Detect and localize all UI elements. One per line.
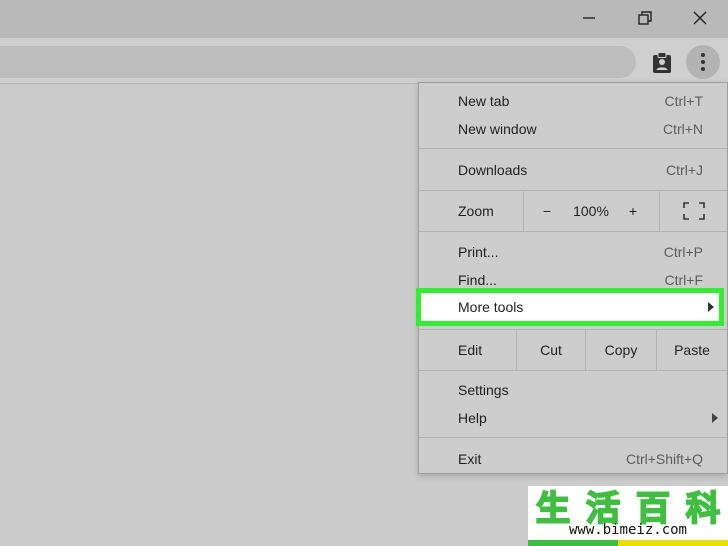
menu-item-label: Downloads [458,162,528,178]
zoom-level: 100% [573,203,609,219]
fullscreen-button[interactable] [660,191,727,231]
menu-item-label: More tools [458,299,524,315]
zoom-row: Zoom − 100% + [419,191,727,231]
menu-item-label: Print... [458,244,499,260]
watermark-logo: 生 活 百 科 www.bimeiz.com [528,486,728,546]
close-window-button[interactable] [672,0,728,36]
clipboard-user-icon [653,52,671,73]
minimize-button[interactable] [561,0,617,36]
menu-item-shortcut: Ctrl+J [666,162,703,178]
zoom-in-button[interactable]: + [613,191,653,231]
menu-item-downloads[interactable]: Downloads Ctrl+J [419,156,727,184]
browser-menu-button[interactable] [686,45,720,79]
watermark-characters: 生 活 百 科 [528,486,728,530]
zoom-label: Zoom [458,203,494,219]
menu-divider [419,148,727,149]
menu-item-exit[interactable]: Exit Ctrl+Shift+Q [419,445,727,473]
menu-item-print[interactable]: Print... Ctrl+P [419,238,727,266]
menu-item-label: Help [458,410,487,426]
menu-divider [419,370,727,371]
menu-item-label: Find... [458,272,497,288]
submenu-arrow-icon [708,302,714,312]
menu-item-settings[interactable]: Settings [419,376,727,404]
menu-item-shortcut: Ctrl+T [664,93,704,109]
watermark-stripe [528,540,728,546]
watermark-url: www.bimeiz.com [568,522,687,538]
menu-item-more-tools[interactable]: More tools [416,288,724,326]
copy-button[interactable]: Copy [586,330,656,370]
menu-item-label: Settings [458,382,509,398]
paste-button[interactable]: Paste [657,330,727,370]
minimize-icon [583,17,595,19]
menu-item-shortcut: Ctrl+F [664,272,704,288]
browser-menu: New tab Ctrl+T New window Ctrl+N Downloa… [418,82,728,474]
menu-item-label: New window [458,121,537,137]
menu-item-label: Exit [458,451,482,467]
browser-toolbar [0,38,728,84]
menu-item-help[interactable]: Help [419,404,727,432]
kebab-menu-icon [701,53,705,71]
menu-item-shortcut: Ctrl+P [663,244,703,260]
edit-label: Edit [458,342,483,358]
menu-item-new-window[interactable]: New window Ctrl+N [419,115,727,143]
edit-row: Edit Cut Copy Paste [419,330,727,370]
menu-item-shortcut: Ctrl+Shift+Q [625,451,703,467]
restore-icon [638,11,652,25]
menu-divider [419,231,727,232]
zoom-out-button[interactable]: − [524,191,570,231]
menu-item-shortcut: Ctrl+N [662,121,703,137]
address-bar[interactable] [0,46,636,78]
menu-item-label: New tab [458,93,510,109]
submenu-arrow-icon [712,413,718,423]
cut-button[interactable]: Cut [517,330,585,370]
fullscreen-icon [682,202,705,220]
restore-button[interactable] [617,0,673,36]
close-icon [693,11,707,25]
menu-item-new-tab[interactable]: New tab Ctrl+T [419,87,727,115]
extension-button[interactable] [648,50,676,76]
window-title-bar [0,0,728,38]
menu-divider [419,437,727,438]
